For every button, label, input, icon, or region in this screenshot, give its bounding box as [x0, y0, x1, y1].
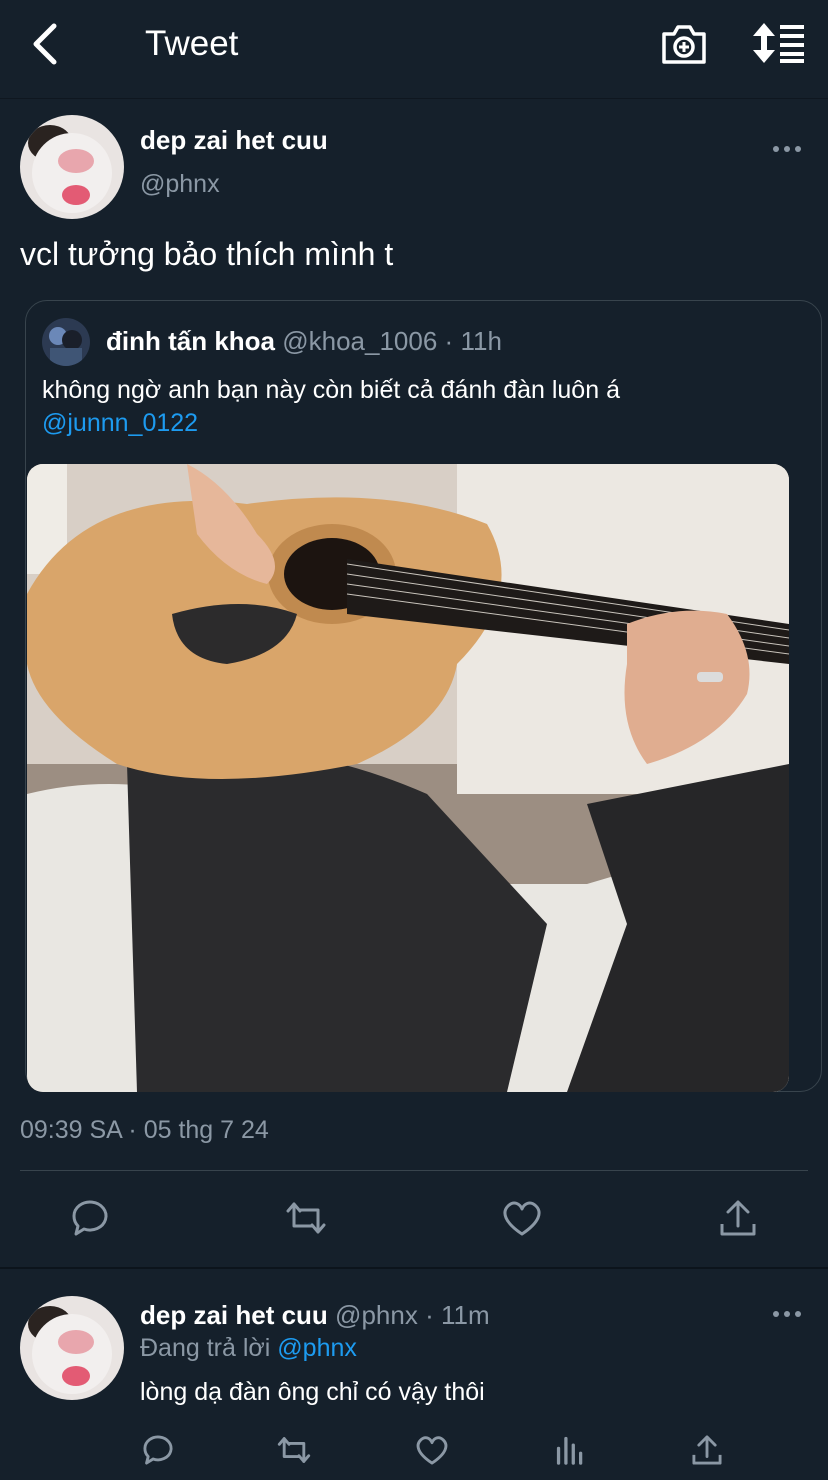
replying-to: Đang trả lời @phnx — [140, 1334, 357, 1363]
like-icon[interactable] — [500, 1196, 544, 1240]
display-name[interactable]: dep zai het cuu — [140, 125, 328, 156]
reply-separator: · — [425, 1300, 434, 1330]
replying-label: Đang trả lời — [140, 1334, 271, 1362]
section-separator — [0, 1267, 828, 1269]
reply-time: 11m — [440, 1300, 490, 1330]
quoted-text-block: không ngờ anh bạn này còn biết cả đánh đ… — [42, 374, 802, 440]
reply-text: lòng dạ đàn ông chỉ có vậy thôi — [140, 1378, 485, 1406]
guitar-photo[interactable] — [27, 464, 789, 1092]
divider — [20, 1170, 808, 1171]
more-icon[interactable] — [772, 144, 802, 154]
reply-more-icon[interactable] — [772, 1309, 802, 1319]
camera-icon[interactable] — [660, 20, 708, 66]
reply-reply-icon[interactable] — [140, 1432, 176, 1468]
reply-avatar[interactable] — [20, 1296, 124, 1400]
tweet-timestamp: 09:39 SA · 05 thg 7 24 — [20, 1116, 269, 1144]
avatar[interactable] — [20, 115, 124, 219]
reply-handle[interactable]: @phnx — [335, 1300, 418, 1330]
share-icon[interactable] — [716, 1196, 760, 1240]
quoted-time: 11h — [460, 326, 502, 356]
reply-display-name[interactable]: dep zai het cuu — [140, 1300, 328, 1330]
tweet-text: vcl tưởng bảo thích mình t — [20, 236, 394, 272]
analytics-icon[interactable] — [552, 1432, 588, 1468]
quoted-header: đinh tấn khoa @khoa_1006 · 11h — [106, 326, 502, 357]
reply-share-icon[interactable] — [689, 1432, 725, 1468]
back-icon[interactable] — [28, 22, 68, 66]
quoted-display-name: đinh tấn khoa — [106, 326, 275, 356]
user-handle[interactable]: @phnx — [140, 170, 220, 199]
mention-link[interactable]: @junnn_0122 — [42, 407, 802, 440]
replying-handle-link[interactable]: @phnx — [277, 1334, 357, 1362]
retweet-icon[interactable] — [284, 1196, 328, 1240]
quoted-avatar — [42, 318, 90, 366]
quoted-text: không ngờ anh bạn này còn biết cả đánh đ… — [42, 376, 620, 404]
page-title: Tweet — [145, 24, 239, 63]
reply-retweet-icon[interactable] — [276, 1432, 312, 1468]
reply-header: dep zai het cuu @phnx · 11m — [140, 1300, 490, 1331]
sort-icon[interactable] — [752, 22, 806, 64]
quoted-separator: · — [444, 326, 454, 356]
reply-like-icon[interactable] — [414, 1432, 450, 1468]
reply-icon[interactable] — [68, 1196, 112, 1240]
quoted-handle: @khoa_1006 — [282, 326, 438, 356]
